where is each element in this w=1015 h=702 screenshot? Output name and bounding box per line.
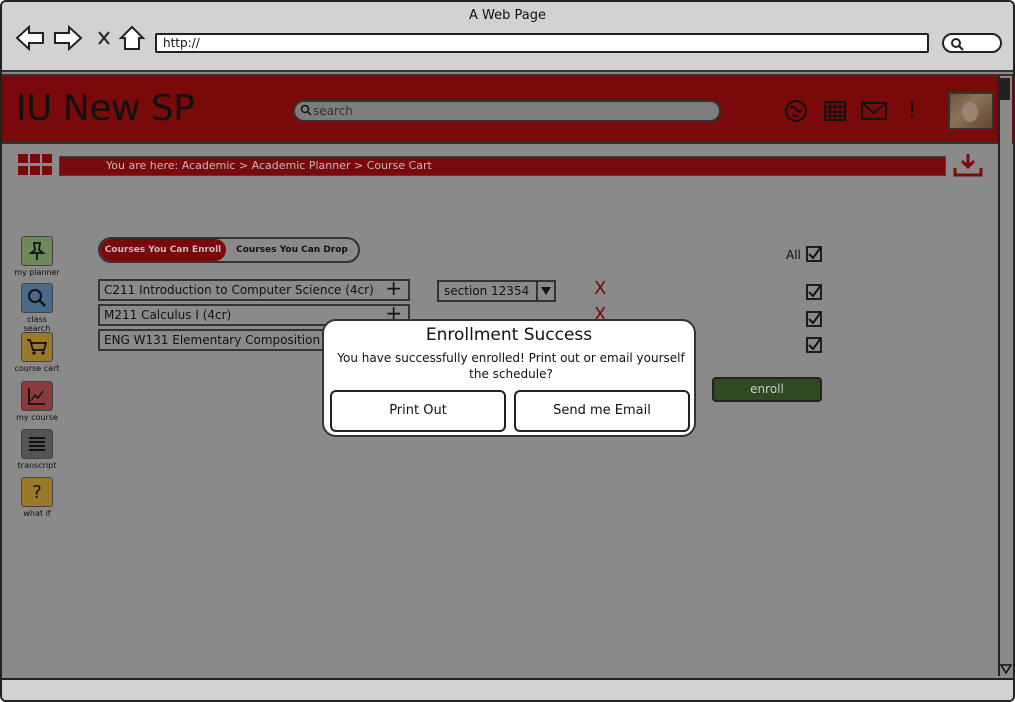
back-icon[interactable] <box>14 24 46 52</box>
mail-icon[interactable] <box>861 98 887 124</box>
sidebar-item-my-course[interactable]: my course <box>14 381 60 422</box>
enrollment-success-dialog: Enrollment Success You have successfully… <box>322 319 696 437</box>
apps-grid-icon[interactable] <box>18 154 52 176</box>
forward-icon[interactable] <box>52 24 84 52</box>
print-out-button[interactable]: Print Out <box>330 390 506 432</box>
chart-icon <box>21 381 53 411</box>
course-checkbox[interactable] <box>806 337 822 353</box>
browser-chrome: A Web Page http:// <box>2 2 1013 72</box>
site-logo[interactable]: IU New SP <box>16 88 195 129</box>
address-bar[interactable]: http:// <box>155 33 929 53</box>
chevron-down-icon[interactable] <box>536 282 554 300</box>
sidebar-item-label: course cart <box>14 364 60 373</box>
enroll-button[interactable]: enroll <box>712 377 822 402</box>
sidebar-item-class-search[interactable]: class search <box>14 283 60 333</box>
vertical-scrollbar[interactable] <box>998 76 1012 676</box>
site-header: IU New SP search ! <box>2 74 1013 144</box>
sidebar-item-label: transcript <box>17 461 57 470</box>
site-search-placeholder: search <box>313 104 353 118</box>
home-icon[interactable] <box>116 24 148 52</box>
download-icon[interactable] <box>952 152 984 178</box>
globe-icon[interactable] <box>783 98 809 124</box>
list-icon <box>21 429 53 459</box>
site-search-input[interactable]: search <box>293 100 721 122</box>
dialog-title: Enrollment Success <box>425 325 593 345</box>
sidebar-item-label: my planner <box>14 268 60 277</box>
course-tabs: Courses You Can Enroll Courses You Can D… <box>98 237 360 263</box>
breadcrumb: You are here: Academic > Academic Planne… <box>59 156 946 176</box>
sidebar-item-label: class search <box>23 315 51 333</box>
sidebar-item-label: my course <box>16 413 58 422</box>
course-name: C211 Introduction to Computer Science (4… <box>104 283 374 297</box>
window-title: A Web Page <box>469 8 546 23</box>
question-icon: ? <box>21 477 53 507</box>
scroll-thumb[interactable] <box>1000 78 1010 100</box>
user-avatar[interactable] <box>948 92 994 130</box>
browser-window: A Web Page http:// IU New SP search ! Yo… <box>0 0 1015 702</box>
sidebar-item-what-if[interactable]: ? what if <box>14 477 60 518</box>
scroll-down-icon[interactable] <box>1000 664 1012 674</box>
select-all-label: All <box>786 248 801 262</box>
course-checkbox[interactable] <box>806 284 822 300</box>
expand-icon[interactable]: + <box>385 281 402 298</box>
sidebar-item-transcript[interactable]: transcript <box>14 429 60 470</box>
search-icon <box>951 38 964 51</box>
sidebar-item-my-planner[interactable]: my planner <box>14 236 60 277</box>
alert-icon[interactable]: ! <box>899 98 925 124</box>
section-select-value: section 12354 <box>444 284 530 298</box>
cart-icon <box>21 332 53 362</box>
dialog-message: You have successfully enrolled! Print ou… <box>337 351 685 381</box>
course-name: M211 Calculus I (4cr) <box>104 308 232 322</box>
remove-course-icon[interactable]: X <box>594 278 606 299</box>
sidebar-item-course-cart[interactable]: course cart <box>14 332 60 373</box>
magnifier-icon <box>21 283 53 313</box>
course-name: ENG W131 Elementary Composition (3cr) <box>104 333 353 347</box>
tab-courses-you-can-drop[interactable]: Courses You Can Drop <box>226 239 358 261</box>
select-all-checkbox[interactable] <box>806 246 822 262</box>
course-checkbox[interactable] <box>806 311 822 327</box>
pin-icon <box>21 236 53 266</box>
section-select[interactable]: section 12354 <box>437 280 556 302</box>
calendar-icon[interactable] <box>822 98 848 124</box>
tab-courses-you-can-enroll[interactable]: Courses You Can Enroll <box>100 239 226 261</box>
sidebar-item-label: what if <box>23 509 51 518</box>
send-email-button[interactable]: Send me Email <box>514 390 690 432</box>
status-bar <box>2 678 1013 700</box>
search-icon <box>300 104 312 116</box>
browser-search-field[interactable] <box>942 33 1002 53</box>
course-row[interactable]: C211 Introduction to Computer Science (4… <box>98 279 410 301</box>
